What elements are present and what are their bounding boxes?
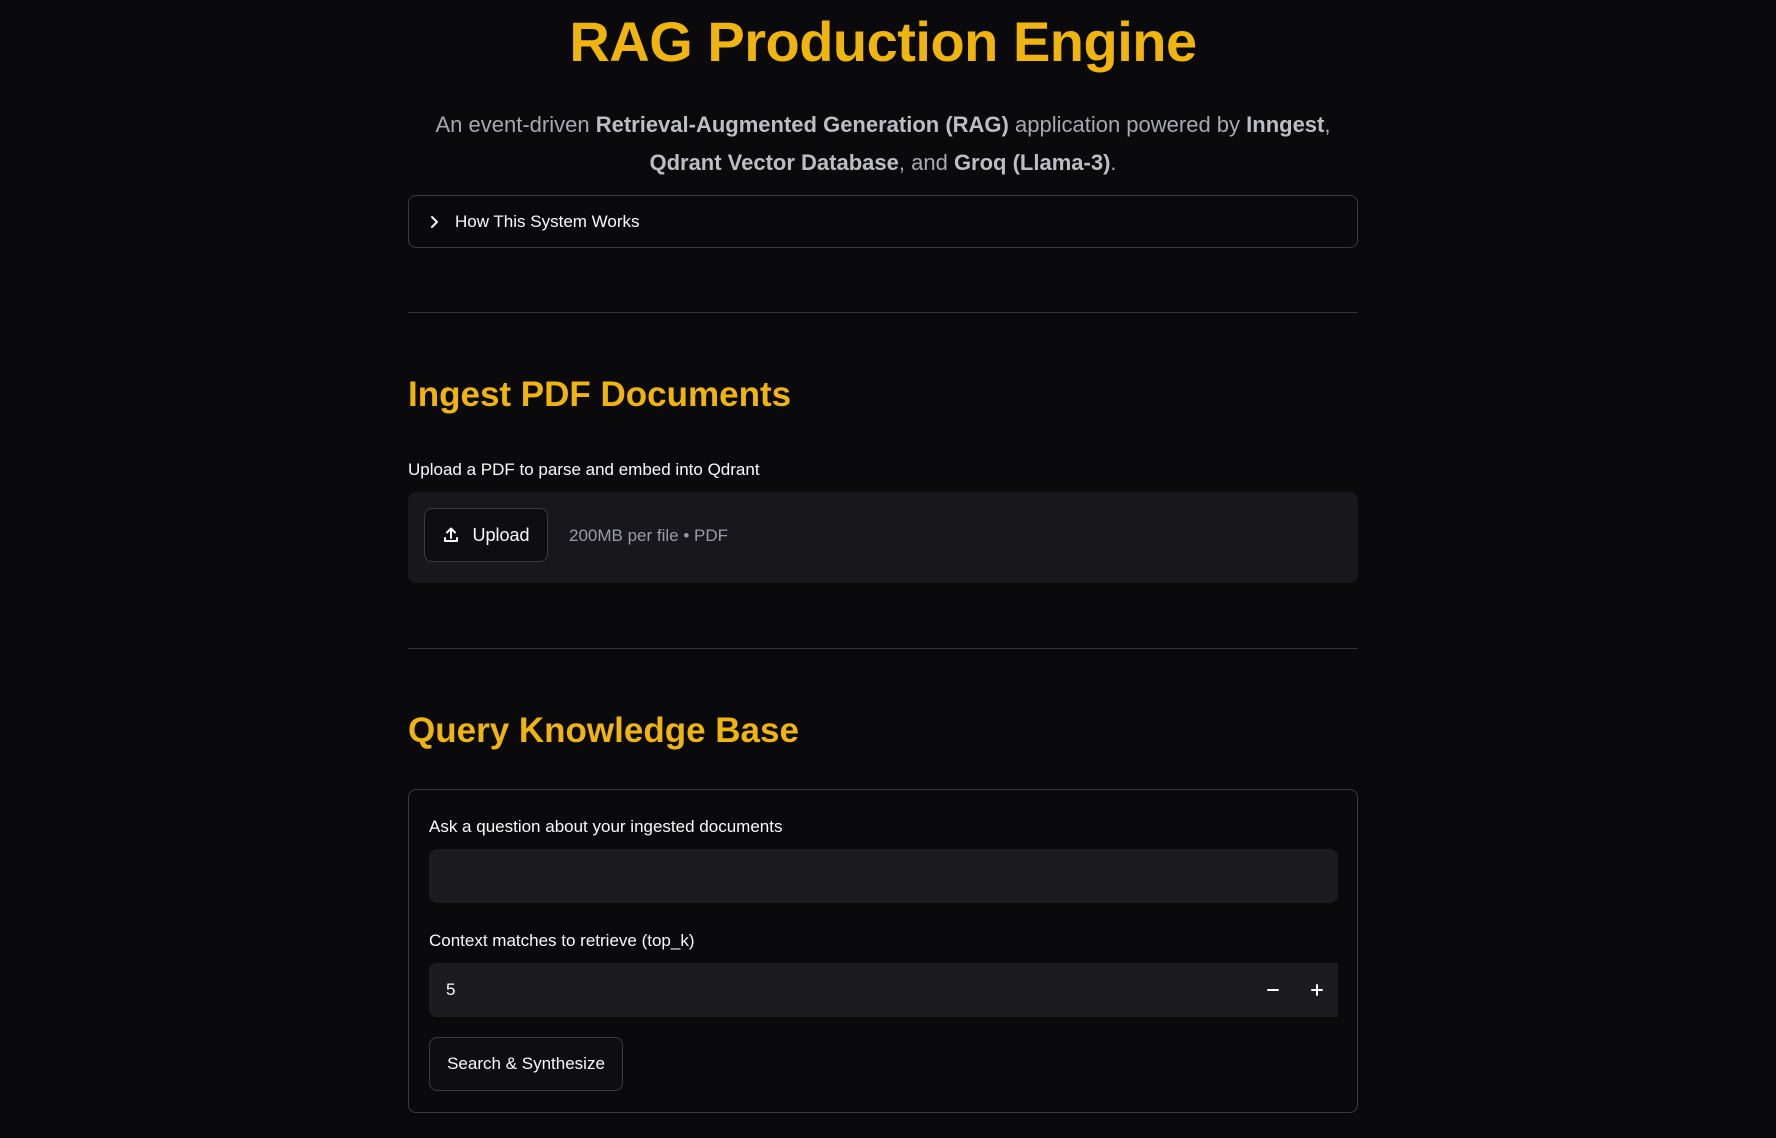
- subtitle-part: , and: [898, 150, 954, 175]
- query-form: Ask a question about your ingested docum…: [408, 789, 1358, 1113]
- subtitle-part: Retrieval-Augmented Generation (RAG): [595, 112, 1009, 137]
- chevron-right-icon: [431, 215, 438, 228]
- divider: [408, 312, 1358, 313]
- upload-icon: [444, 527, 459, 542]
- upload-hint: 200MB per file • PDF: [569, 526, 729, 545]
- subtitle-part: application powered by: [1008, 112, 1247, 137]
- minus-icon: [1266, 989, 1279, 991]
- topk-label: Context matches to retrieve (top_k): [429, 931, 695, 950]
- subtitle-part: .: [1110, 150, 1117, 175]
- topk-stepper: [429, 963, 1338, 1017]
- expander-label: How This System Works: [455, 211, 640, 231]
- query-heading: Query Knowledge Base: [408, 711, 799, 750]
- question-input[interactable]: [429, 849, 1338, 903]
- decrement-button[interactable]: [1251, 963, 1294, 1017]
- divider: [408, 648, 1358, 649]
- file-dropzone[interactable]: Upload 200MB per file • PDF: [408, 492, 1358, 583]
- page-subtitle: An event-driven Retrieval-Augmented Gene…: [408, 106, 1358, 182]
- subtitle-part: Groq (Llama-3): [953, 150, 1111, 175]
- plus-icon: [1310, 984, 1323, 996]
- subtitle-part: Qdrant Vector Database: [649, 150, 899, 175]
- ingest-heading: Ingest PDF Documents: [408, 375, 792, 414]
- subtitle-part: An event-driven: [435, 112, 596, 137]
- subtitle-part: Inngest: [1246, 112, 1325, 137]
- how-it-works-expander[interactable]: How This System Works: [408, 195, 1358, 248]
- topk-input[interactable]: [429, 963, 1251, 1017]
- increment-button[interactable]: [1295, 963, 1338, 1017]
- uploader-label: Upload a PDF to parse and embed into Qdr…: [408, 460, 760, 479]
- subtitle-part: ,: [1324, 112, 1331, 137]
- search-synthesize-button[interactable]: Search & Synthesize: [429, 1037, 623, 1091]
- upload-button-label: Upload: [472, 524, 530, 545]
- upload-button[interactable]: Upload: [424, 508, 548, 562]
- page-title: RAG Production Engine: [569, 10, 1197, 73]
- question-label: Ask a question about your ingested docum…: [429, 817, 783, 836]
